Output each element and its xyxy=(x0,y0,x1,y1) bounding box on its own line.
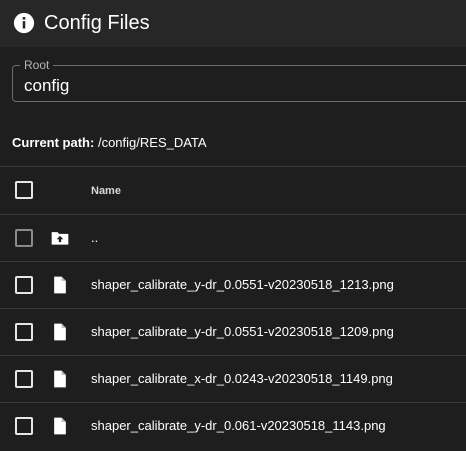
row-name: shaper_calibrate_y-dr_0.061-v20230518_11… xyxy=(91,418,386,433)
row-checkbox[interactable] xyxy=(15,276,33,294)
row-name: .. xyxy=(91,230,99,245)
row-checkbox[interactable] xyxy=(15,417,33,435)
table-row[interactable]: shaper_calibrate_y-dr_0.061-v20230518_11… xyxy=(0,402,466,449)
page-title: Config Files xyxy=(44,12,150,34)
select-all-checkbox[interactable] xyxy=(15,181,33,199)
row-name: shaper_calibrate_x-dr_0.0243-v20230518_1… xyxy=(91,371,393,386)
table-row[interactable]: shaper_calibrate_x-dr_0.0243-v20230518_1… xyxy=(0,355,466,402)
file-icon xyxy=(54,417,66,435)
info-icon xyxy=(13,12,35,34)
row-checkbox[interactable] xyxy=(15,370,33,388)
file-icon xyxy=(54,276,66,294)
row-checkbox[interactable] xyxy=(15,229,33,247)
column-header-name[interactable]: Name xyxy=(91,183,121,199)
current-path-label: Current path: xyxy=(12,135,95,150)
folder-up-icon xyxy=(51,232,69,245)
table-row-parent[interactable]: .. xyxy=(0,214,466,261)
file-icon xyxy=(54,323,66,341)
table-row[interactable]: shaper_calibrate_y-dr_0.0551-v20230518_1… xyxy=(0,308,466,355)
row-checkbox[interactable] xyxy=(15,323,33,341)
table-row[interactable]: shaper_calibrate_y-dr_0.0551-v20230518_1… xyxy=(0,261,466,308)
current-path-value: /config/RES_DATA xyxy=(97,135,207,150)
file-table: Name .. shaper_calibrate_y-dr_0.0551-v20… xyxy=(0,166,466,449)
table-header-row: Name xyxy=(0,166,466,214)
row-name: shaper_calibrate_y-dr_0.0551-v20230518_1… xyxy=(91,277,394,292)
current-path: Current path: /config/RES_DATA xyxy=(12,135,207,151)
title-bar: Config Files xyxy=(0,0,466,47)
root-label: Root xyxy=(20,58,54,72)
row-name: shaper_calibrate_y-dr_0.0551-v20230518_1… xyxy=(91,324,394,339)
file-icon xyxy=(54,370,66,388)
root-select[interactable] xyxy=(12,65,466,102)
root-value: config xyxy=(24,76,70,95)
